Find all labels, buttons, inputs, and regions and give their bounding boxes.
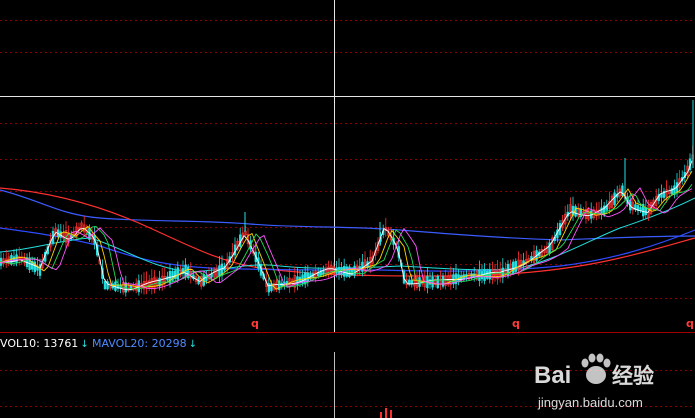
mavol20-readout: MAVOL20: 20298 ↓: [92, 337, 197, 351]
baidu-jingyan-watermark: Bai 经验 jingyan.baidu.com: [534, 353, 654, 410]
vol10-label: VOL10: 13761: [0, 337, 79, 350]
candle-body: [407, 279, 411, 285]
q-marker: q: [512, 317, 520, 330]
down-arrow-icon: ↓: [80, 339, 89, 350]
candle-body: [103, 280, 107, 290]
paw-icon: [581, 353, 611, 384]
candle-body: [621, 185, 624, 196]
candle-body: [431, 276, 434, 288]
candle-body: [511, 261, 515, 274]
candle-body: [353, 265, 356, 276]
candle-body: [267, 283, 270, 293]
q-marker: q: [251, 317, 259, 330]
watermark-brand: Bai: [534, 362, 571, 389]
candle-body: [644, 207, 648, 216]
candle-body: [202, 274, 205, 286]
candle-body: [15, 254, 18, 264]
mavol20-label: MAVOL20: 20298: [92, 337, 187, 350]
candle-body: [441, 276, 445, 287]
vol10-readout: VOL10: 13761 ↓: [0, 337, 89, 351]
watermark-brand-suffix: 经验: [612, 364, 654, 388]
watermark-url: jingyan.baidu.com: [537, 395, 643, 410]
candle-body: [436, 275, 439, 289]
candle-body: [218, 265, 221, 277]
down-arrow-icon: ↓: [188, 339, 198, 350]
candle-body: [410, 279, 413, 285]
q-marker: q: [686, 317, 694, 330]
candle-body: [176, 267, 179, 280]
candle-body: [613, 192, 616, 205]
candle-body: [514, 261, 518, 272]
